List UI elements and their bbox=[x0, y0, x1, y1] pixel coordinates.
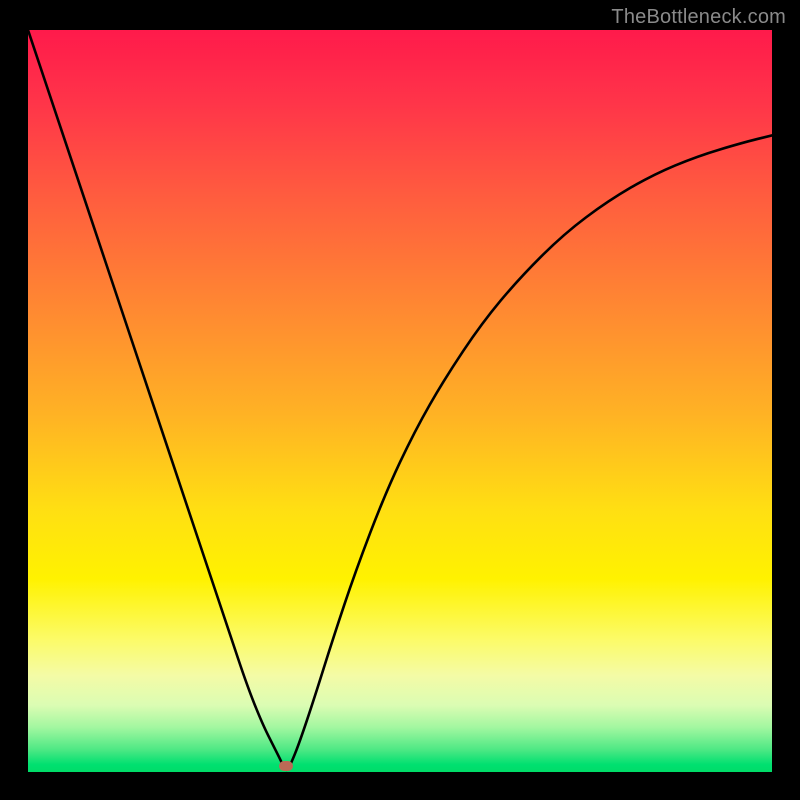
plot-area bbox=[28, 30, 772, 772]
chart-frame: TheBottleneck.com bbox=[0, 0, 800, 800]
min-point-marker bbox=[279, 761, 293, 771]
watermark-text: TheBottleneck.com bbox=[611, 6, 786, 29]
curve-svg bbox=[28, 30, 772, 772]
bottleneck-curve bbox=[28, 30, 772, 770]
